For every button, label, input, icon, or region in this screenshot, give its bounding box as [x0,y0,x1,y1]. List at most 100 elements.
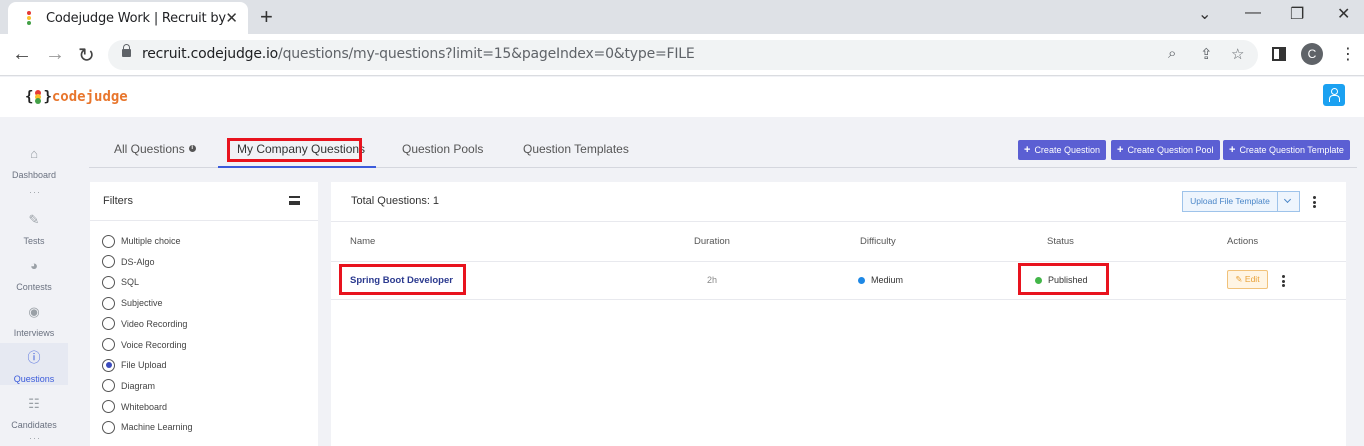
radio-button[interactable] [102,400,115,414]
share-icon[interactable]: ⇪ [1200,45,1213,63]
create-question-template-button[interactable]: + Create Question Template [1223,140,1350,160]
sidebar-item-dashboard[interactable]: ⌂ Dashboard [0,147,68,183]
filter-option[interactable]: Multiple choice [102,234,181,248]
filter-option-label: DS-Algo [121,256,155,267]
filter-option[interactable]: DS-Algo [102,255,155,269]
sidebar-item-interviews[interactable]: ◉ Interviews [0,304,68,339]
filter-option-label: SQL [121,277,140,288]
tab-search-chevron-icon[interactable]: ⌄ [1198,4,1211,24]
pencil-icon: ✎ [1235,274,1245,284]
bookmark-star-icon[interactable]: ☆ [1231,45,1244,63]
total-questions-label: Total Questions: 1 [351,195,440,207]
sidebar-separator: ··· [29,433,41,443]
column-header-actions: Actions [1227,236,1259,247]
restore-icon[interactable]: ❐ [1290,4,1304,24]
filter-option-label: Multiple choice [121,236,181,246]
browser-tab[interactable]: Codejudge Work | Recruit by Real ✕ [8,2,248,34]
sidebar-separator: ··· [29,187,41,197]
column-header-status: Status [1047,236,1074,247]
hamburger-menu-icon[interactable] [289,196,300,205]
table-header: Name Duration Difficulty Status Actions [331,221,1346,262]
filter-option[interactable]: Diagram [102,379,155,393]
radio-button[interactable] [102,317,115,331]
radio-button[interactable] [102,379,115,393]
tab-close-icon[interactable]: ✕ [225,9,238,27]
filter-option-label: Voice Recording [121,339,187,350]
edit-button[interactable]: ✎ Edit [1227,270,1268,289]
radio-button[interactable] [102,255,115,269]
more-options-icon[interactable] [1313,196,1316,210]
users-icon: ☷ [28,396,40,411]
reload-icon[interactable]: ↻ [78,43,95,68]
url-text: recruit.codejudge.io/questions/my-questi… [142,46,695,62]
app-header: { } codejudge [0,77,1364,117]
radio-button[interactable] [102,296,115,310]
filter-option-label: Video Recording [121,318,188,329]
filter-option-label: Diagram [121,380,156,391]
filter-option[interactable]: Machine Learning [102,420,193,434]
row-more-options-icon[interactable] [1282,275,1285,289]
forward-arrow-icon[interactable]: → [45,43,65,66]
active-tab-indicator [218,166,376,168]
home-icon: ⌂ [30,146,38,161]
create-question-pool-button[interactable]: + Create Question Pool [1111,140,1220,160]
filter-option[interactable]: SQL [102,275,139,289]
filter-option[interactable]: Video Recording [102,317,187,331]
radio-button[interactable] [102,234,115,248]
upload-file-template-button[interactable]: Upload File Template [1182,191,1278,212]
tab-question-pools[interactable]: Question Pools [402,142,483,156]
highlight-box-tab [227,138,362,162]
highlight-box-status [1018,263,1109,295]
sidebar-item-tests[interactable]: ✎ Tests [0,212,68,247]
question-duration: 2h [707,275,718,285]
pie-chart-icon: ◕ [30,258,38,273]
table-row: Spring Boot Developer 2h Medium Publishe… [331,262,1346,300]
window-close-icon[interactable]: ✕ [1337,4,1350,24]
create-question-button[interactable]: + Create Question [1018,140,1106,160]
filter-option-label: File Upload [121,360,167,371]
filters-panel: Filters Multiple choice DS-Algo SQL Subject… [90,182,318,446]
filter-option[interactable]: Subjective [102,296,163,310]
logo-dots-icon [34,90,42,104]
zoom-icon[interactable]: ⌕ [1168,45,1176,62]
filter-option[interactable]: File Upload [102,358,167,372]
radio-button[interactable] [102,275,115,289]
filters-title: Filters [103,195,133,207]
location-icon: ◉ [28,304,40,319]
tab-all-questions[interactable]: All Questions i [114,142,196,156]
user-account-icon[interactable] [1323,84,1345,106]
sidebar-item-questions[interactable]: ⓘ Questions [0,343,68,385]
browser-menu-icon[interactable]: ⋮ [1340,44,1356,64]
browser-tab-title: Codejudge Work | Recruit by Real [46,10,226,26]
tab-question-templates[interactable]: Question Templates [523,142,629,156]
filter-option-label: Machine Learning [121,422,193,433]
filters-header: Filters [90,182,318,221]
codejudge-favicon-icon [22,11,36,25]
questions-panel: Total Questions: 1 Upload File Template … [331,182,1346,446]
question-icon: ⓘ [27,350,41,365]
difficulty-badge: Medium [858,275,903,285]
info-icon: i [188,145,196,152]
column-header-name: Name [350,236,376,247]
difficulty-dot-icon [858,276,865,284]
filter-option[interactable]: Voice Recording [102,338,187,352]
column-header-duration: Duration [694,236,730,247]
side-panel-icon[interactable] [1272,47,1286,61]
new-tab-icon[interactable]: + [260,4,273,30]
codejudge-logo[interactable]: { } codejudge [25,89,128,105]
filter-option[interactable]: Whiteboard [102,400,167,414]
radio-button[interactable] [102,338,115,351]
sidebar-item-candidates[interactable]: ☷ Candidates [0,396,68,431]
lock-icon [122,44,131,57]
profile-avatar[interactable]: C [1301,43,1323,65]
pencil-icon: ✎ [28,212,40,227]
sidebar-item-contests[interactable]: ◕ Contests [0,258,68,293]
address-bar[interactable]: recruit.codejudge.io/questions/my-questi… [108,40,1258,70]
upload-dropdown-chevron-icon[interactable] [1278,191,1300,212]
radio-button[interactable] [102,420,115,434]
radio-button[interactable] [102,358,115,372]
minimize-icon[interactable]: — [1245,4,1261,22]
left-sidebar: ⌂ Dashboard ··· ✎ Tests ◕ Contests ◉ Int… [0,117,68,446]
highlight-box-question-name [339,264,466,295]
back-arrow-icon[interactable]: ← [12,43,32,66]
